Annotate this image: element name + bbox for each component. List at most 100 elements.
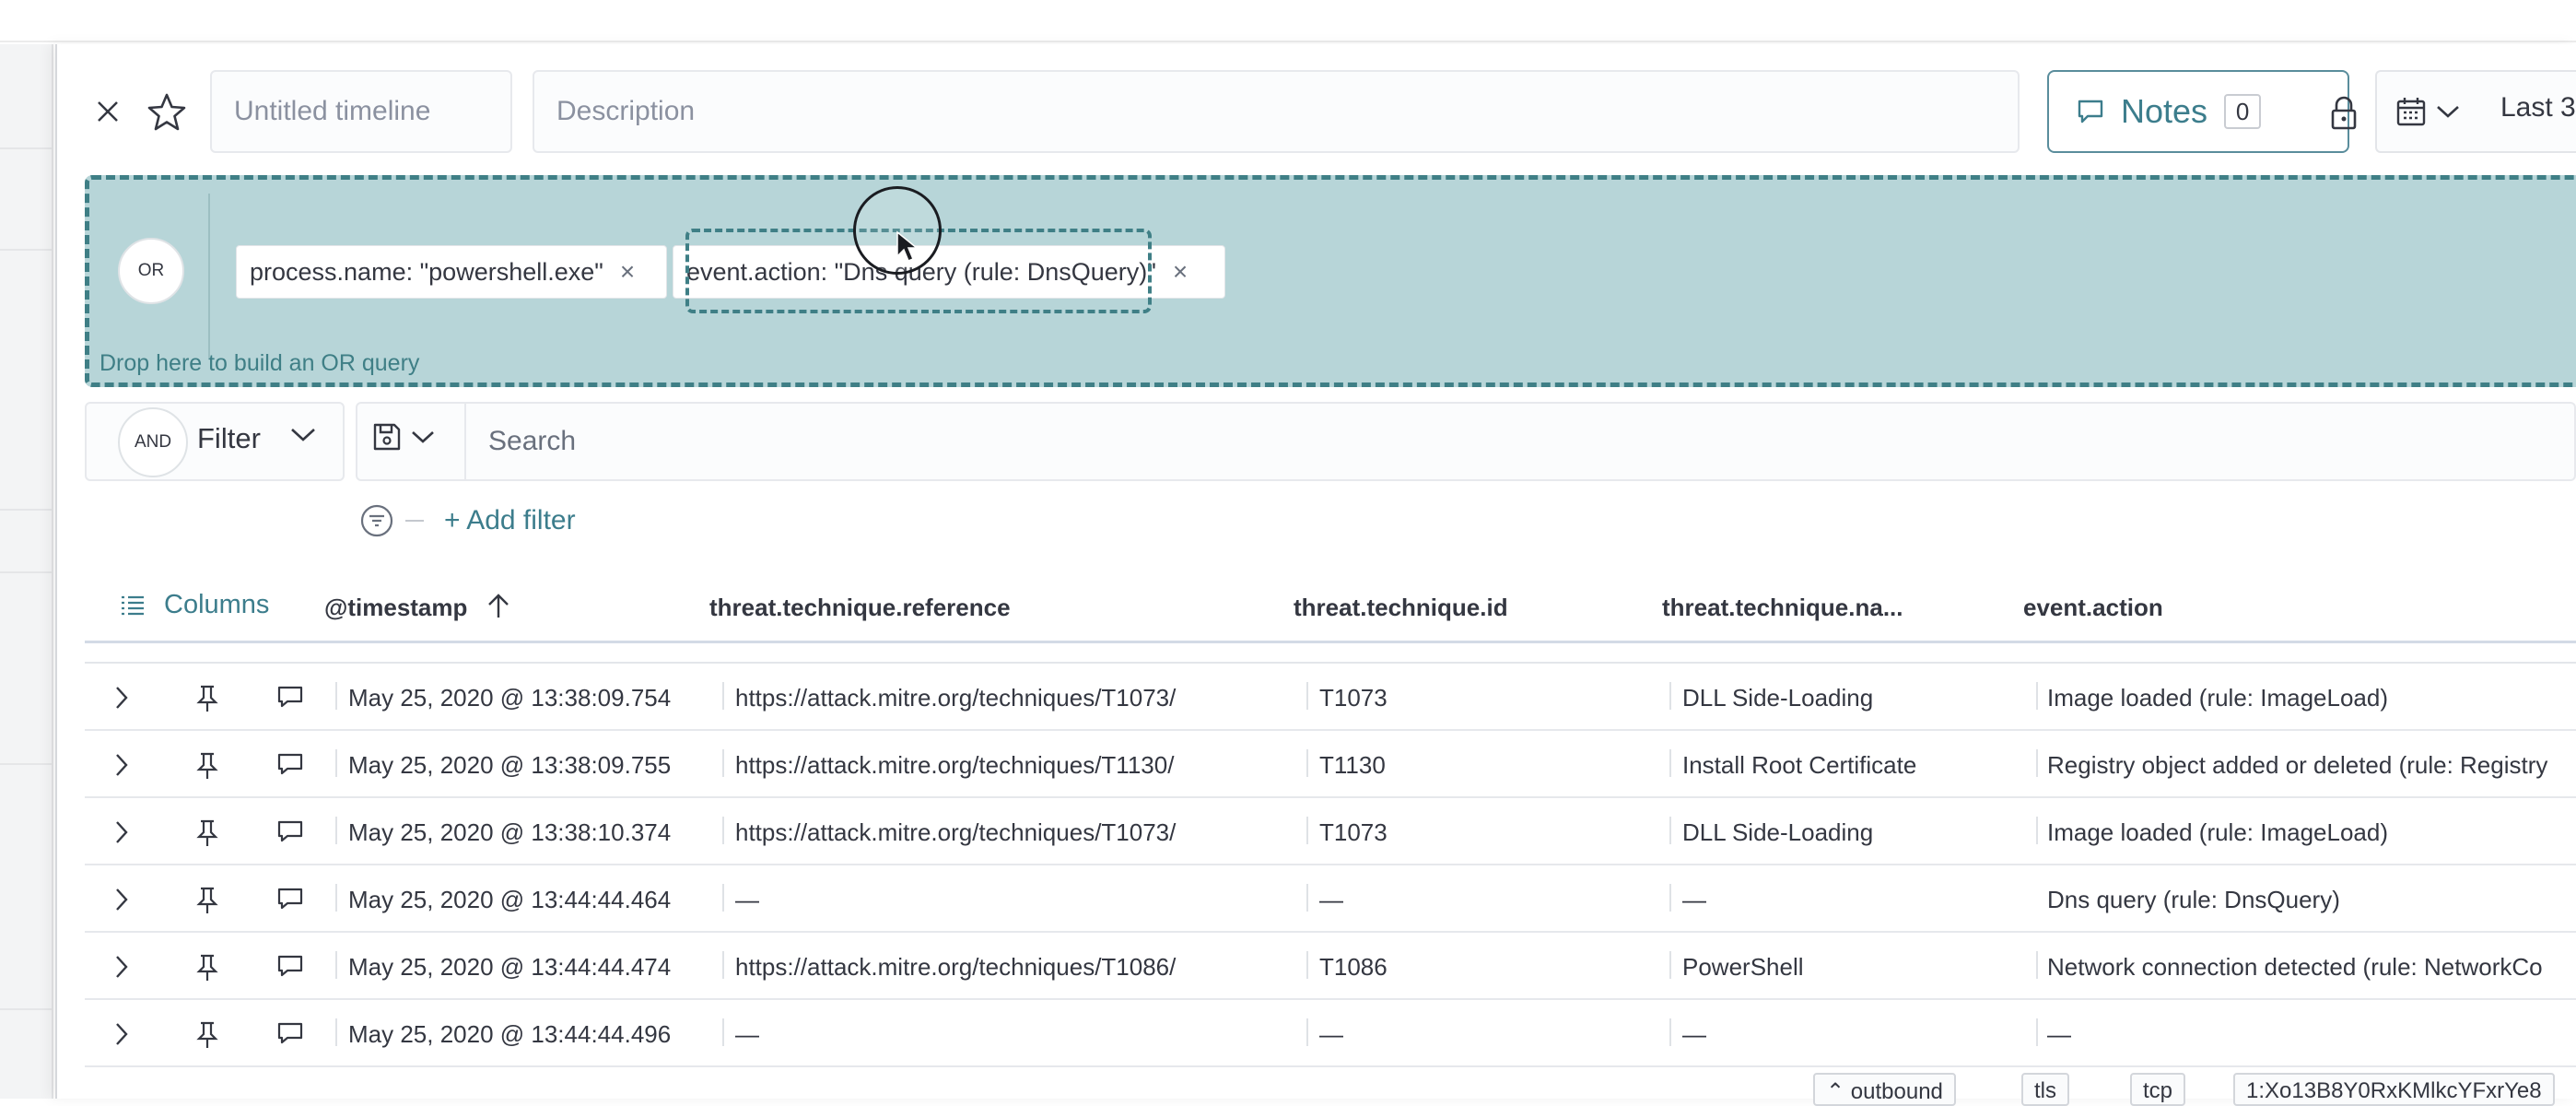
comment-icon[interactable] (276, 818, 304, 844)
query-pill-process-name[interactable]: process.name: "powershell.exe" × (236, 245, 667, 299)
table-row[interactable]: May 25, 2020 @ 13:44:44.474 https://atta… (85, 933, 2576, 1000)
comment-icon[interactable] (276, 953, 304, 979)
comment-icon[interactable] (276, 1020, 304, 1046)
add-filter-link[interactable]: + Add filter (444, 505, 576, 536)
chevron-up-icon: ⌃ (1826, 1079, 1845, 1104)
cell-event-action: Registry object added or deleted (rule: … (2047, 751, 2548, 779)
star-icon (147, 93, 186, 131)
pin-icon[interactable] (195, 684, 219, 713)
cell-technique-id: T1086 (1319, 953, 1388, 981)
remove-pill-icon[interactable]: × (620, 257, 635, 287)
cell-event-action: Dns query (rule: DnsQuery) (2047, 886, 2340, 913)
cell-divider (335, 951, 337, 979)
expand-icon[interactable] (112, 684, 131, 712)
column-header-technique-name[interactable]: threat.technique.na... (1662, 594, 1903, 622)
cell-reference: https://attack.mitre.org/techniques/T108… (735, 953, 1177, 981)
cell-divider (1669, 682, 1671, 710)
cell-divider (722, 682, 724, 710)
cell-event-action: — (2047, 1020, 2071, 1048)
expand-icon[interactable] (112, 818, 131, 846)
cell-divider (1669, 884, 1671, 912)
save-icon (373, 423, 401, 451)
timeline-description-input[interactable] (533, 70, 2020, 153)
cell-divider (335, 817, 337, 844)
cell-technique-name: DLL Side-Loading (1682, 684, 1874, 712)
cell-technique-id: — (1319, 1020, 1343, 1048)
expand-icon[interactable] (112, 751, 131, 779)
table-row[interactable]: May 25, 2020 @ 13:44:44.496 — — — — (85, 1000, 2576, 1067)
notes-count-badge: 0 (2224, 94, 2262, 129)
cell-divider (722, 749, 724, 777)
search-divider (464, 404, 466, 479)
comment-icon[interactable] (276, 751, 304, 777)
timeline-title-input[interactable] (210, 70, 512, 153)
columns-button[interactable]: Columns (120, 590, 269, 620)
cell-technique-id: — (1319, 886, 1343, 913)
cell-divider (1669, 749, 1671, 777)
cell-timestamp: May 25, 2020 @ 13:38:10.374 (348, 818, 672, 846)
cell-technique-id: T1073 (1319, 684, 1388, 712)
table-row[interactable]: May 25, 2020 @ 13:38:09.754 https://atta… (85, 664, 2576, 731)
cell-divider (2036, 817, 2038, 844)
table-row[interactable]: May 25, 2020 @ 13:38:09.755 https://atta… (85, 731, 2576, 798)
cell-reference: https://attack.mitre.org/techniques/T107… (735, 684, 1177, 712)
cell-divider (1306, 682, 1308, 710)
or-badge: OR (118, 238, 184, 304)
close-timeline-button[interactable] (83, 90, 133, 133)
table-row[interactable]: May 25, 2020 @ 13:38:10.374 https://atta… (85, 798, 2576, 865)
gutter-line (0, 571, 52, 573)
saved-query-button[interactable] (372, 422, 435, 452)
date-range-label[interactable]: Last 3 (2500, 92, 2576, 124)
pin-icon[interactable] (195, 886, 219, 915)
comment-icon[interactable] (276, 886, 304, 912)
lock-button[interactable] (2322, 88, 2366, 138)
query-pill-event-action[interactable]: event.action: "Dns query (rule: DnsQuery… (673, 245, 1225, 299)
expand-icon[interactable] (112, 886, 131, 913)
expand-icon[interactable] (112, 1020, 131, 1048)
cell-divider (722, 951, 724, 979)
column-header-timestamp[interactable]: @timestamp (324, 594, 467, 622)
and-badge: AND (118, 407, 188, 477)
filter-label[interactable]: Filter (197, 422, 261, 455)
pin-icon[interactable] (195, 818, 219, 848)
cell-divider (1669, 1018, 1671, 1046)
gutter-line (0, 509, 52, 511)
table-row[interactable]: May 25, 2020 @ 13:44:44.464 — — — Dns qu… (85, 865, 2576, 933)
badge-label: outbound (1850, 1079, 1943, 1104)
cell-divider (1306, 817, 1308, 844)
column-header-technique-id[interactable]: threat.technique.id (1294, 594, 1508, 622)
chevron-down-icon[interactable] (289, 426, 317, 444)
pin-icon[interactable] (195, 1020, 219, 1050)
protocol-badge[interactable]: tls (2021, 1073, 2069, 1106)
columns-label: Columns (164, 590, 270, 619)
remove-pill-icon[interactable]: × (1173, 257, 1188, 287)
pill-label: process.name: "powershell.exe" (250, 257, 603, 286)
cell-divider (1306, 1018, 1308, 1046)
cell-divider (722, 817, 724, 844)
cell-reference: — (735, 1020, 759, 1048)
columns-icon (122, 595, 144, 615)
pin-icon[interactable] (195, 953, 219, 982)
cell-divider (1669, 951, 1671, 979)
notes-label: Notes (2121, 92, 2208, 130)
filter-icon[interactable] (359, 503, 394, 538)
cell-technique-id: T1130 (1319, 751, 1386, 779)
gutter-line (0, 147, 52, 149)
transport-badge[interactable]: tcp (2130, 1073, 2186, 1106)
sort-up-icon[interactable] (485, 592, 512, 621)
column-header-event-action[interactable]: event.action (2023, 594, 2163, 622)
gutter-line (0, 763, 52, 765)
column-header-technique-reference[interactable]: threat.technique.reference (709, 594, 1011, 622)
comment-icon[interactable] (276, 684, 304, 710)
calendar-icon (2396, 98, 2426, 126)
top-strip (0, 0, 2576, 42)
favorite-button[interactable] (140, 88, 193, 136)
community-id-badge[interactable]: 1:Xo13B8Y0RxKMlkcYFxrYe8 (2233, 1073, 2555, 1106)
cell-divider (2036, 682, 2038, 710)
pin-icon[interactable] (195, 751, 219, 781)
notes-button[interactable]: Notes 0 (2047, 70, 2349, 153)
direction-badge[interactable]: ⌃ outbound (1813, 1073, 1956, 1106)
cell-divider (335, 1018, 337, 1046)
search-input[interactable] (472, 406, 2572, 477)
expand-icon[interactable] (112, 953, 131, 981)
